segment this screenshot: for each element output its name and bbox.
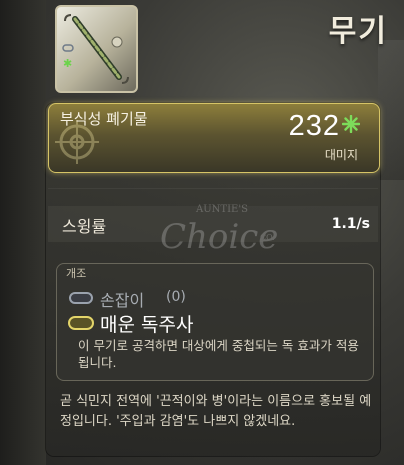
swing-rate-label: 스윙률 [62,217,107,236]
left-shadow-panel [0,0,46,465]
swing-rate-value: 1.1/s [331,216,370,232]
right-edge-decoration [378,40,404,180]
damage-label: 대미지 [324,148,358,162]
damage-value: 232 [288,110,340,142]
modifications-title: 개조 [66,267,87,280]
weapon-thumbnail[interactable]: ✱ [55,5,138,93]
weapon-name: 부식성 폐기물 [60,110,148,128]
grip-slot-icon[interactable] [69,292,93,304]
svg-text:✱: ✱ [63,57,72,70]
weapon-icon: ✱ [62,14,129,84]
poison-damage-icon [342,115,360,133]
mod-description: 이 무기로 공격하면 대상에게 중첩되는 독 효과가 적용됩니다. [78,338,359,370]
poison-mod-icon[interactable] [68,316,94,330]
section-divider [48,188,378,189]
mod-slot-grip-count: (0) [166,289,186,305]
mod-spicy-poison[interactable]: 매운 독주사 [100,310,193,337]
mod-slot-grip[interactable]: 손잡이 [100,287,144,311]
screen-title: 무기 [328,14,388,49]
flavor-text: 곧 식민지 전역에 '끈적이와 병'이라는 이름으로 홍보될 예정입니다. '주… [60,394,372,429]
